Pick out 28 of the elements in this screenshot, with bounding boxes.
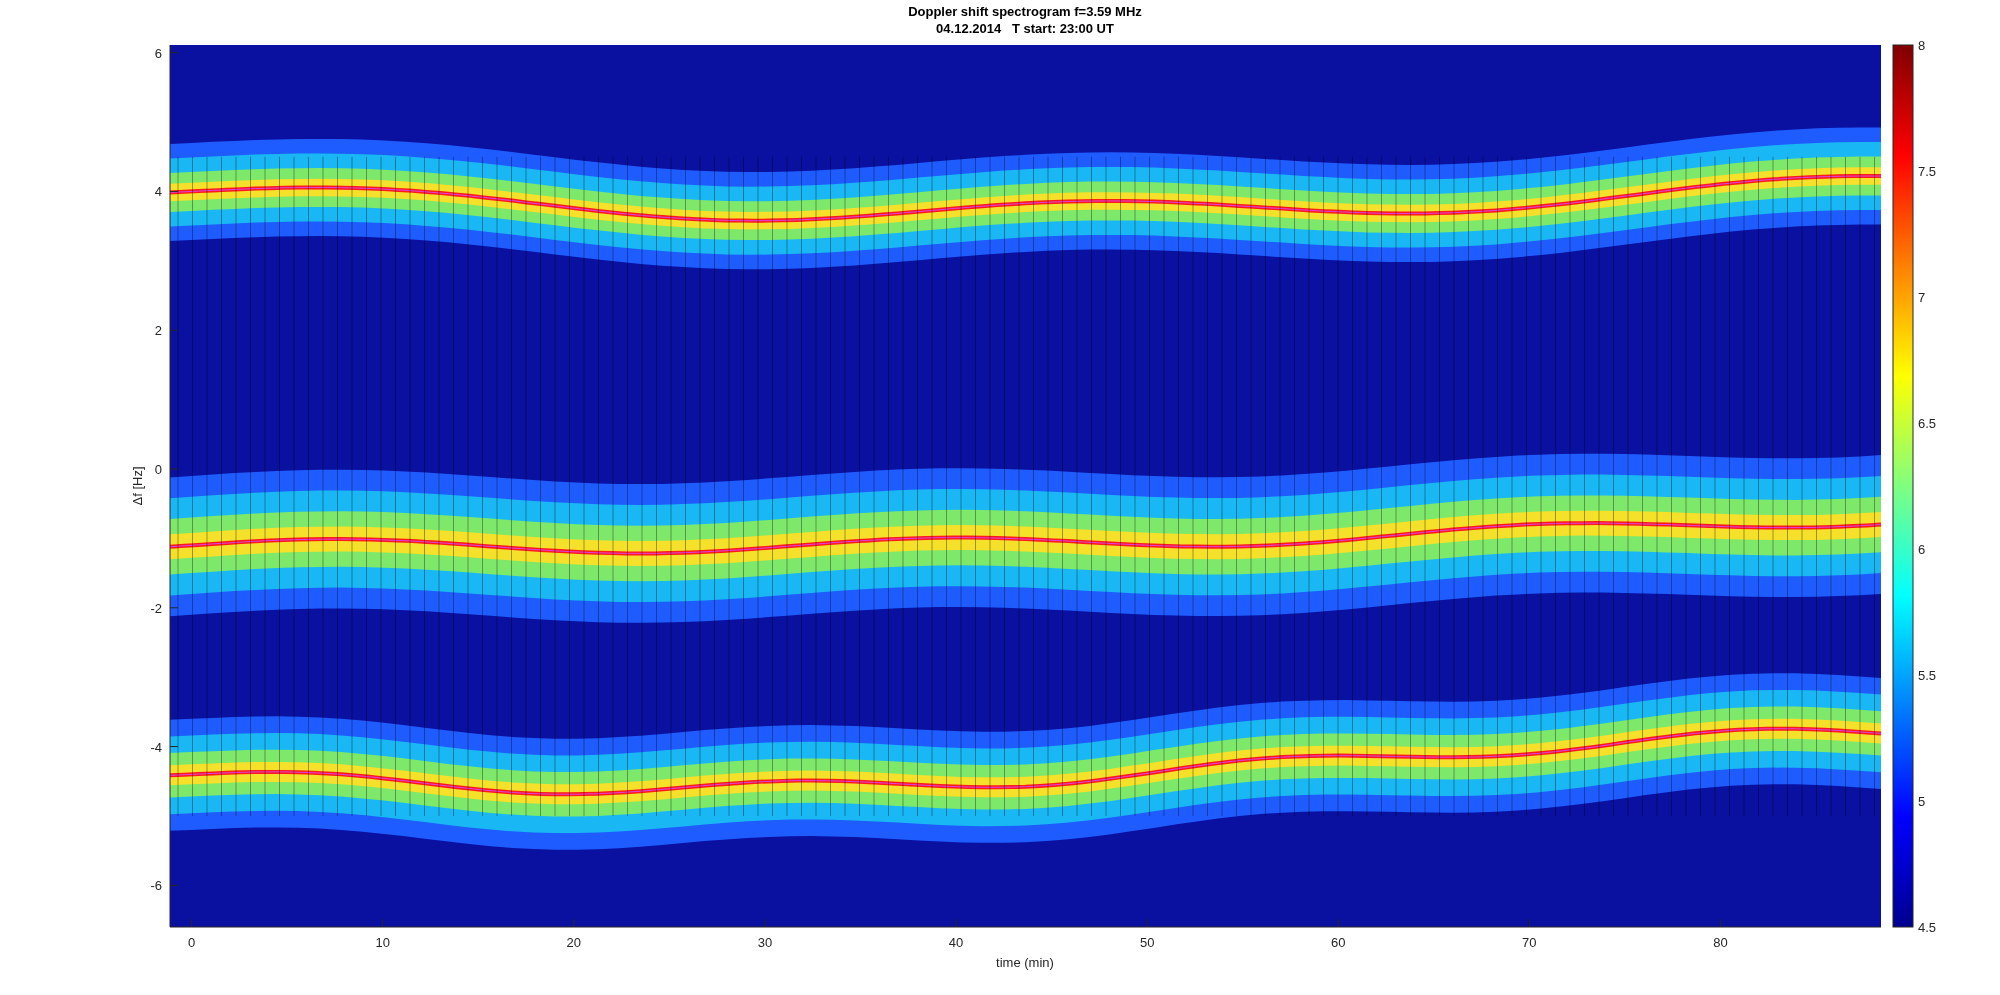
x-tick-label: 10 (375, 935, 390, 950)
x-tick-label: 80 (1713, 935, 1728, 950)
y-tick-label: 6 (154, 45, 162, 61)
x-axis-label: time (min) (996, 955, 1054, 970)
x-tick-label: 0 (188, 935, 196, 950)
x-tick-label: 30 (757, 935, 773, 950)
chart-title: Doppler shift spectrogram f=3.59 MHz (908, 4, 1142, 19)
colorbar-tick-label: 7 (1918, 290, 1926, 305)
y-tick-label: 2 (154, 323, 162, 339)
y-tick-label: 4 (154, 184, 162, 200)
colorbar-tick-label: 6 (1918, 542, 1926, 557)
y-tick-label: 0 (154, 462, 162, 477)
colorbar-tick-label: 4.5 (1918, 920, 1937, 935)
x-tick-label: 50 (1139, 935, 1155, 950)
colorbar-tick-label: 8 (1918, 38, 1926, 53)
y-tick-label: -6 (150, 878, 162, 894)
colorbar-tick-label: 5 (1918, 794, 1926, 809)
x-tick-label: 20 (566, 935, 582, 950)
chart-title: 04.12.2014 T start: 23:00 UT (936, 21, 1114, 36)
x-tick-label: 60 (1331, 935, 1346, 950)
x-tick-label: 40 (948, 935, 964, 950)
colorbar-tick-label: 6.5 (1918, 416, 1937, 431)
colorbar-tick-label: 5.5 (1918, 668, 1937, 683)
colorbar-tick-label: 7.5 (1918, 164, 1937, 179)
y-tick-label: -2 (150, 600, 162, 616)
y-tick-label: -4 (150, 739, 162, 755)
y-axis-label: Δf [Hz] (130, 466, 145, 506)
x-tick-label: 70 (1522, 935, 1537, 950)
